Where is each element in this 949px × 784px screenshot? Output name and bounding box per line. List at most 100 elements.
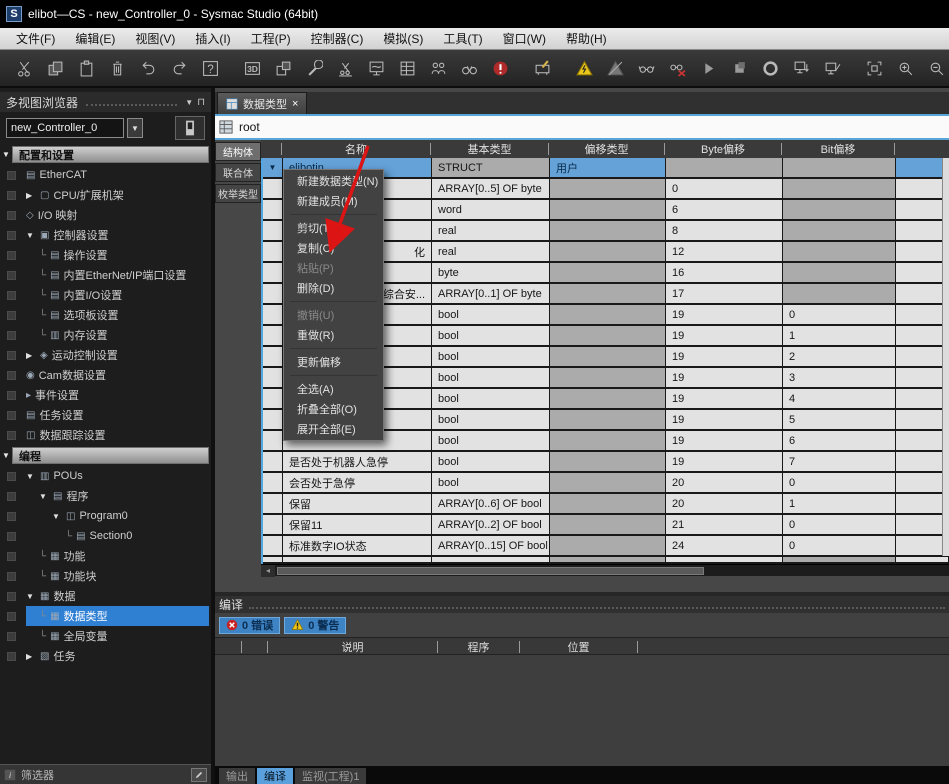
offset-type-cell[interactable]: 用户 (550, 158, 666, 177)
base-type-cell[interactable]: STRUCT (432, 158, 550, 177)
offset-type-cell[interactable] (550, 200, 666, 219)
name-cell[interactable]: 是否处于机器人急停 (283, 452, 432, 471)
tree-item[interactable]: ◉Cam数据设置 (0, 365, 211, 385)
tree-item[interactable]: └▤内置I/O设置 (0, 285, 211, 305)
tree-item[interactable]: ▤EtherCAT (0, 165, 211, 185)
offset-type-cell[interactable] (550, 557, 666, 562)
column-header[interactable]: 偏移类型 (548, 143, 664, 155)
context-menu-item[interactable]: 折叠全部(O) (284, 399, 383, 419)
base-type-cell[interactable]: bool (432, 431, 550, 450)
bit-offset-cell[interactable]: 4 (783, 389, 896, 408)
watch-window-icon[interactable] (365, 57, 387, 79)
base-type-cell[interactable] (432, 557, 550, 562)
offset-type-cell[interactable] (550, 473, 666, 492)
byte-offset-cell[interactable]: 19 (666, 389, 783, 408)
bit-offset-cell[interactable]: 3 (783, 368, 896, 387)
bit-offset-cell[interactable] (783, 242, 896, 261)
table-row[interactable] (263, 557, 949, 564)
delete-icon[interactable] (106, 57, 128, 79)
result-column-header[interactable]: 说明 (267, 641, 437, 653)
base-type-cell[interactable]: ARRAY[0..1] OF byte (432, 284, 550, 303)
search-binoculars-icon[interactable] (458, 57, 480, 79)
tree-item[interactable]: ▶▢CPU/扩展机架 (0, 185, 211, 205)
redo-icon[interactable] (168, 57, 190, 79)
tree-item[interactable]: ▶◈运动控制设置 (0, 345, 211, 365)
io-monitor-icon[interactable] (427, 57, 449, 79)
context-menu-item[interactable]: 全选(A) (284, 379, 383, 399)
byte-offset-cell[interactable]: 6 (666, 200, 783, 219)
offset-type-cell[interactable] (550, 452, 666, 471)
watch-table-icon[interactable] (396, 57, 418, 79)
section-header-configurations[interactable]: ▼配置和设置 (0, 146, 209, 163)
column-header[interactable]: 基本类型 (430, 143, 548, 155)
simulation-ring-icon[interactable] (759, 57, 781, 79)
byte-offset-cell[interactable]: 19 (666, 347, 783, 366)
variable-cut-icon[interactable] (334, 57, 356, 79)
menu-item[interactable]: 模拟(S) (373, 28, 433, 49)
offset-type-cell[interactable] (550, 284, 666, 303)
offset-type-cell[interactable] (550, 305, 666, 324)
result-column-header[interactable]: 位置 (519, 641, 637, 653)
multiview-explorer-header[interactable]: 多视图浏览器 ▼ ⊓ (0, 92, 211, 112)
build-warning-off-icon[interactable] (604, 57, 626, 79)
offset-type-cell[interactable] (550, 536, 666, 555)
base-type-cell[interactable]: ARRAY[0..6] OF bool (432, 494, 550, 513)
context-menu-item[interactable]: 更新偏移 (284, 352, 383, 372)
base-type-cell[interactable]: word (432, 200, 550, 219)
bit-offset-cell[interactable]: 5 (783, 410, 896, 429)
bit-offset-cell[interactable]: 0 (783, 515, 896, 534)
tree-item[interactable]: ▼▤程序 (0, 486, 211, 506)
abort-icon[interactable] (489, 57, 511, 79)
context-menu-item[interactable]: 重做(R) (284, 325, 383, 345)
cut-icon[interactable] (13, 57, 35, 79)
controller-select-arrow[interactable]: ▼ (127, 118, 143, 138)
base-type-cell[interactable]: bool (432, 305, 550, 324)
build-warning-icon[interactable] (573, 57, 595, 79)
paste-icon[interactable] (75, 57, 97, 79)
chevron-down-icon[interactable]: ▼ (0, 451, 12, 460)
errors-badge[interactable]: 0 错误 (219, 617, 280, 634)
bit-offset-cell[interactable] (783, 158, 896, 177)
base-type-cell[interactable]: bool (432, 347, 550, 366)
pin-icon[interactable]: ⊓ (197, 97, 205, 108)
context-menu-item[interactable]: 展开全部(E) (284, 419, 383, 439)
section-header-programming[interactable]: ▼编程 (0, 447, 209, 464)
tree-item[interactable]: ▶▧任务 (0, 646, 211, 666)
wrench-tool-icon[interactable] (303, 57, 325, 79)
horizontal-scrollbar[interactable]: ◂ (261, 564, 949, 576)
byte-offset-cell[interactable]: 20 (666, 494, 783, 513)
result-column-header[interactable]: 程序 (437, 641, 519, 653)
base-type-cell[interactable]: bool (432, 326, 550, 345)
column-header[interactable]: Byte偏移 (664, 143, 781, 155)
menu-item[interactable]: 文件(F) (6, 28, 65, 49)
simulation-run-icon[interactable] (697, 57, 719, 79)
context-menu-item[interactable]: 新建成员(M) (284, 191, 383, 211)
base-type-cell[interactable]: ARRAY[0..2] OF bool (432, 515, 550, 534)
menu-item[interactable]: 窗口(W) (493, 28, 556, 49)
byte-offset-cell[interactable]: 19 (666, 410, 783, 429)
menu-item[interactable]: 帮助(H) (556, 28, 617, 49)
bit-offset-cell[interactable] (783, 263, 896, 282)
offset-type-cell[interactable] (550, 494, 666, 513)
base-type-cell[interactable]: byte (432, 263, 550, 282)
offset-type-cell[interactable] (550, 515, 666, 534)
bit-offset-cell[interactable]: 2 (783, 347, 896, 366)
tree-item[interactable]: └▥内存设置 (0, 325, 211, 345)
tree-item[interactable]: └▤Section0 (0, 526, 211, 546)
bit-offset-cell[interactable] (783, 221, 896, 240)
chevron-down-icon[interactable]: ▼ (26, 231, 36, 240)
controller-online-icon[interactable] (790, 57, 812, 79)
offset-type-cell[interactable] (550, 389, 666, 408)
tree-item[interactable]: └▦全局变量 (0, 626, 211, 646)
window-layout-icon[interactable] (272, 57, 294, 79)
bit-offset-cell[interactable]: 1 (783, 494, 896, 513)
bit-offset-cell[interactable]: 1 (783, 326, 896, 345)
tree-item[interactable]: └▦功能块 (0, 566, 211, 586)
name-cell[interactable] (283, 557, 432, 562)
name-cell[interactable]: 标准数字IO状态 (283, 536, 432, 555)
base-type-cell[interactable]: bool (432, 389, 550, 408)
chevron-down-icon[interactable]: ▼ (52, 512, 62, 521)
bottom-tab-输出[interactable]: 输出 (219, 768, 255, 784)
column-header[interactable]: Bit偏移 (781, 143, 894, 155)
menu-item[interactable]: 编辑(E) (65, 28, 125, 49)
